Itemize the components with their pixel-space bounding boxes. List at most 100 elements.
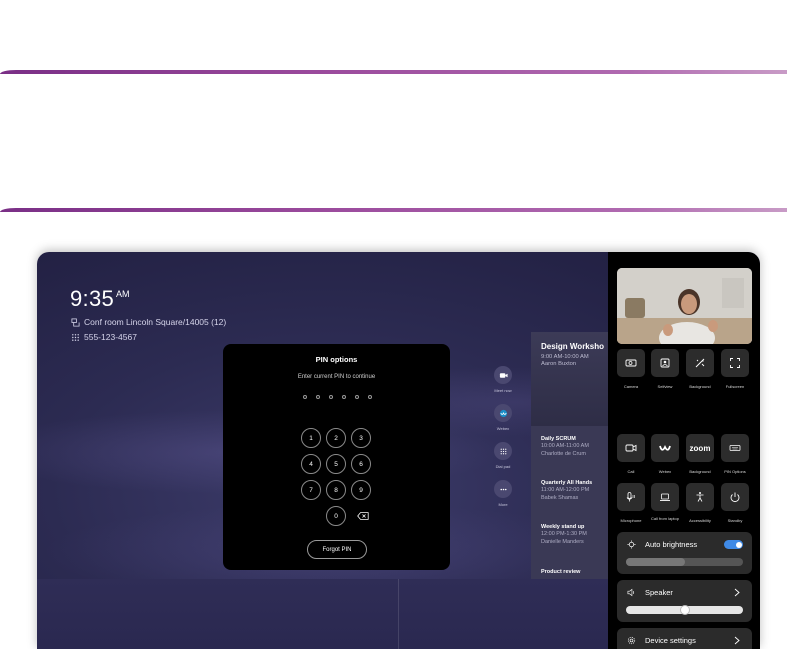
featured-meeting[interactable]: Design Worksho 9:00 AM-10:00 AM Aaron Bu…	[531, 332, 611, 426]
call-button[interactable]	[617, 434, 645, 462]
speaker-volume-knob[interactable]	[681, 606, 689, 614]
meeting-list-item[interactable]: Quarterly All Hands 11:00 AM-12:00 PM Ba…	[541, 480, 592, 501]
fullscreen-icon	[730, 358, 740, 368]
meet-now-label: Meet now	[494, 388, 512, 393]
featured-meeting-host: Aaron Buxton	[541, 361, 577, 367]
laptop-icon	[660, 493, 670, 501]
zoom-button[interactable]: zoom	[686, 434, 714, 462]
meeting-time: 12:00 PM-1:30 PM	[541, 531, 587, 537]
screen-divider	[398, 579, 399, 649]
background-button[interactable]	[686, 349, 714, 377]
background-icon	[695, 358, 705, 368]
meeting-title: Product review	[541, 569, 581, 575]
meeting-list: Design Worksho 9:00 AM-10:00 AM Aaron Bu…	[531, 332, 611, 579]
camera-icon	[499, 372, 508, 378]
speaker-volume-slider[interactable]	[626, 606, 743, 614]
speaker-card: Speaker	[617, 580, 752, 622]
pin-dot	[368, 395, 372, 399]
call-from-laptop-button[interactable]	[651, 483, 679, 511]
featured-meeting-time: 9:00 AM-10:00 AM Aaron Buxton	[541, 354, 589, 368]
meeting-title: Daily SCRUM	[541, 436, 576, 442]
speaker-label: Speaker	[645, 588, 673, 597]
webex-icon	[659, 444, 671, 451]
decorative-divider	[0, 70, 787, 74]
room-phone: 555-123-4567	[84, 332, 137, 342]
fullscreen-button[interactable]	[721, 349, 749, 377]
call-label: Call	[627, 469, 635, 474]
keypad-key-6[interactable]: 6	[351, 454, 371, 474]
accessibility-button[interactable]	[686, 483, 714, 511]
webex-button[interactable]	[494, 404, 512, 422]
keypad-key-8[interactable]: 8	[326, 480, 346, 500]
speaker-icon	[627, 588, 635, 597]
webex-panel-button[interactable]	[651, 434, 679, 462]
featured-meeting-title: Design Worksho	[541, 342, 604, 351]
dialpad-icon	[72, 333, 79, 341]
accessibility-label: Accessibility	[689, 518, 711, 523]
auto-brightness-toggle[interactable]	[724, 540, 743, 549]
clock-ampm: AM	[116, 289, 130, 299]
gear-icon	[627, 636, 636, 645]
page: 9:35 AM Conf room Lincoln Square/14005 (1…	[0, 0, 787, 649]
pin-dialog-subtitle: Enter current PIN to continue	[297, 374, 376, 380]
more-label: More	[498, 502, 508, 507]
meeting-title: Quarterly All Hands	[541, 480, 593, 486]
webex-icon	[499, 409, 507, 417]
clock: 9:35 AM	[70, 286, 130, 312]
keypad-key-3[interactable]: 3	[351, 428, 371, 448]
meeting-time: 10:00 AM-11:00 AM	[541, 443, 589, 449]
camera-button[interactable]	[617, 349, 645, 377]
brightness-slider[interactable]	[626, 558, 743, 566]
call-from-laptop-label: Call from laptop	[650, 516, 679, 521]
standby-label: Standby	[727, 518, 743, 523]
room-icon	[71, 317, 80, 327]
dialpad-icon	[500, 448, 506, 454]
selfview-video[interactable]	[617, 268, 752, 344]
pin-dot	[355, 395, 359, 399]
more-button[interactable]	[494, 480, 512, 498]
standby-button[interactable]	[721, 483, 749, 511]
keypad-key-4[interactable]: 4	[301, 454, 321, 474]
pin-dot	[329, 395, 333, 399]
power-icon	[730, 492, 740, 503]
keypad-key-1[interactable]: 1	[301, 428, 321, 448]
meeting-title: Weekly stand up	[541, 524, 585, 530]
chevron-right-icon[interactable]	[734, 588, 740, 597]
meeting-time: 11:00 AM-12:00 PM	[541, 487, 590, 493]
selfview-button[interactable]	[651, 349, 679, 377]
keypad-key-7[interactable]: 7	[301, 480, 321, 500]
room-name: Conf room Lincoln Square/14005 (12)	[84, 317, 227, 327]
webex-panel-label: Webex	[658, 469, 672, 474]
chevron-right-icon	[734, 636, 740, 645]
zoom-label: Background	[689, 469, 711, 474]
forgot-pin-button[interactable]: Forgot PIN	[307, 540, 367, 559]
pin-options-label: PIN Options	[724, 469, 746, 474]
device-settings-label: Device settings	[645, 636, 696, 645]
dial-pad-button[interactable]	[494, 442, 512, 460]
meeting-list-item[interactable]: Product review	[541, 569, 580, 575]
zoom-icon: zoom	[689, 443, 711, 453]
device-settings-button[interactable]: Device settings	[617, 628, 752, 649]
device-screen: 9:35 AM Conf room Lincoln Square/14005 (1…	[37, 252, 760, 649]
keypad-key-5[interactable]: 5	[326, 454, 346, 474]
selfview-person-image	[617, 268, 752, 344]
pin-options-dialog: PIN options Enter current PIN to continu…	[223, 344, 450, 570]
keypad-key-9[interactable]: 9	[351, 480, 371, 500]
pin-options-button[interactable]	[721, 434, 749, 462]
keypad-key-0[interactable]: 0	[326, 506, 346, 526]
microphone-button[interactable]	[617, 483, 645, 511]
microphone-label: Microphone	[620, 518, 642, 523]
accessibility-icon	[696, 492, 704, 502]
backspace-icon[interactable]	[357, 512, 369, 520]
brightness-card: Auto brightness	[617, 532, 752, 574]
selfview-label: Selfview	[657, 384, 673, 389]
meet-now-button[interactable]	[494, 366, 512, 384]
meeting-list-item[interactable]: Weekly stand up 12:00 PM-1:30 PM Daniell…	[541, 524, 587, 545]
room-phone-line: 555-123-4567	[71, 332, 137, 342]
pin-entry-dots	[303, 395, 372, 399]
brightness-label: Auto brightness	[645, 540, 698, 549]
webex-label: Webex	[496, 426, 510, 431]
meeting-list-item[interactable]: Daily SCRUM 10:00 AM-11:00 AM Charlotte …	[541, 436, 589, 457]
dial-pad-label: Dial pad	[495, 464, 511, 469]
keypad-key-2[interactable]: 2	[326, 428, 346, 448]
